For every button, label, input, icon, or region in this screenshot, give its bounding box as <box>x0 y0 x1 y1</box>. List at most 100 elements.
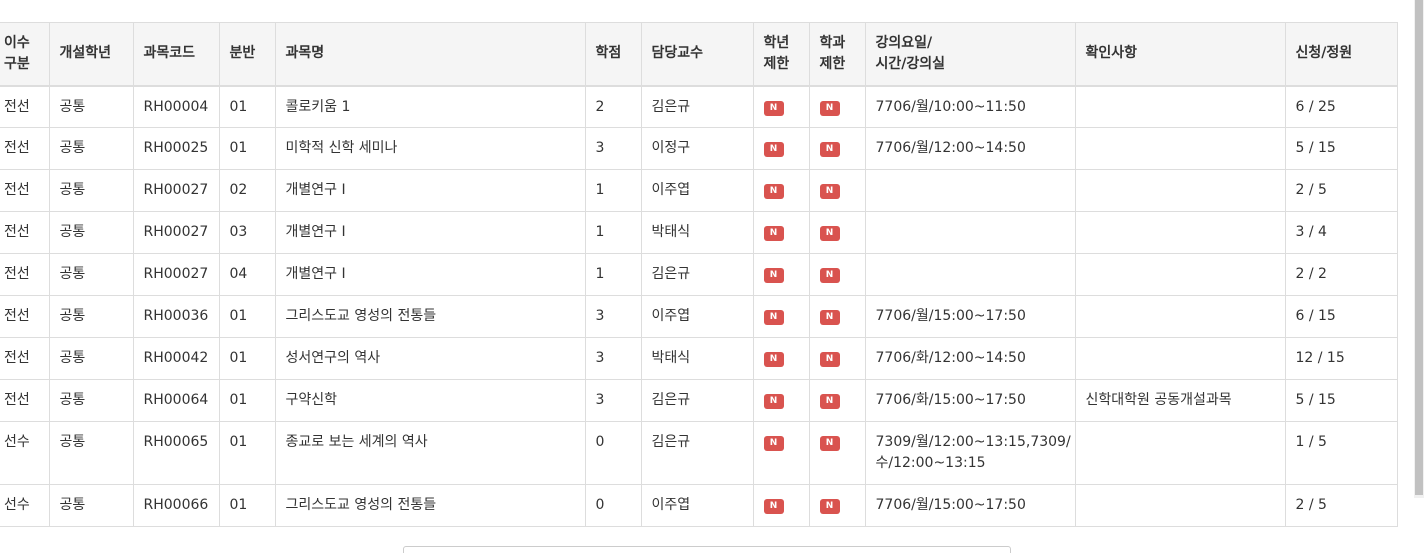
cell-dept-limit: N <box>808 211 866 254</box>
cell-schedule: 7706/화/15:00~17:50 <box>864 379 1076 422</box>
cell-dept-limit: N <box>808 421 866 485</box>
cell-year-limit: N <box>752 169 810 212</box>
dept-limit-badge: N <box>819 142 840 157</box>
header-grade-open[interactable]: 개설학년 <box>48 22 134 87</box>
cell-enroll: 2 / 2 <box>1284 253 1398 296</box>
cell-schedule: 7706/월/15:00~17:50 <box>864 295 1076 338</box>
table-row[interactable]: 전선 공통 RH00027 04 개별연구 I 1 김은규 N N 2 / 2 <box>0 253 1398 296</box>
cell-year-limit: N <box>752 337 810 380</box>
cell-professor: 박태식 <box>640 211 754 254</box>
cell-professor: 김은규 <box>640 85 754 128</box>
cell-course-name: 개별연구 I <box>274 211 586 254</box>
cell-course-code: RH00066 <box>132 484 220 527</box>
year-limit-badge: N <box>763 268 784 283</box>
cell-schedule <box>864 169 1076 212</box>
table-row[interactable]: 선수 공통 RH00066 01 그리스도교 영성의 전통들 0 이주엽 N N 7706/월/1… <box>0 484 1398 527</box>
cell-year-limit: N <box>752 253 810 296</box>
cell-category: 전선 <box>0 169 50 212</box>
header-professor[interactable]: 담당교수 <box>640 22 754 87</box>
table-row[interactable]: 전선 공통 RH00042 01 성서연구의 역사 3 박태식 N N 7706/화/12:00~… <box>0 337 1398 380</box>
header-course-name[interactable]: 과목명 <box>274 22 586 87</box>
cell-course-name: 그리스도교 영성의 전통들 <box>274 484 586 527</box>
header-section[interactable]: 분반 <box>218 22 276 87</box>
cell-note <box>1074 484 1286 527</box>
table-row[interactable]: 선수 공통 RH00065 01 종교로 보는 세계의 역사 0 김은규 N N 7309/월/1… <box>0 421 1398 485</box>
pagination-box[interactable] <box>403 546 1011 553</box>
cell-grade-open: 공통 <box>48 484 134 527</box>
cell-grade-open: 공통 <box>48 127 134 170</box>
cell-year-limit: N <box>752 127 810 170</box>
cell-section: 01 <box>218 85 276 128</box>
header-year-limit[interactable]: 학년 제한 <box>752 22 810 87</box>
cell-category: 전선 <box>0 379 50 422</box>
cell-enroll: 3 / 4 <box>1284 211 1398 254</box>
cell-professor: 박태식 <box>640 337 754 380</box>
cell-category: 전선 <box>0 127 50 170</box>
cell-course-name: 그리스도교 영성의 전통들 <box>274 295 586 338</box>
cell-course-code: RH00027 <box>132 253 220 296</box>
cell-note <box>1074 337 1286 380</box>
cell-credit: 3 <box>584 127 642 170</box>
year-limit-badge: N <box>763 100 784 116</box>
cell-course-name: 콜로키움 1 <box>274 85 586 128</box>
header-note[interactable]: 확인사항 <box>1074 22 1286 87</box>
cell-enroll: 2 / 5 <box>1284 169 1398 212</box>
cell-section: 03 <box>218 211 276 254</box>
dept-limit-badge: N <box>819 394 840 409</box>
table-row[interactable]: 전선 공통 RH00027 03 개별연구 I 1 박태식 N N 3 / 4 <box>0 211 1398 254</box>
table-row[interactable]: 전선 공통 RH00027 02 개별연구 I 1 이주엽 N N 2 / 5 <box>0 169 1398 212</box>
cell-credit: 1 <box>584 211 642 254</box>
course-table-container: 이수 구분 개설학년 과목코드 분반 과목명 학점 담당교수 학년 제한 학과 … <box>0 22 1398 527</box>
cell-credit: 1 <box>584 253 642 296</box>
scrollbar-thumb[interactable] <box>1415 0 1423 495</box>
header-enroll[interactable]: 신청/정원 <box>1284 22 1398 87</box>
cell-credit: 1 <box>584 169 642 212</box>
course-table: 이수 구분 개설학년 과목코드 분반 과목명 학점 담당교수 학년 제한 학과 … <box>0 22 1398 527</box>
cell-enroll: 12 / 15 <box>1284 337 1398 380</box>
year-limit-badge: N <box>763 184 784 199</box>
cell-dept-limit: N <box>808 253 866 296</box>
header-dept-limit[interactable]: 학과 제한 <box>808 22 866 87</box>
cell-year-limit: N <box>752 85 810 128</box>
cell-category: 전선 <box>0 253 50 296</box>
cell-credit: 0 <box>584 421 642 485</box>
cell-note <box>1074 253 1286 296</box>
cell-professor: 이주엽 <box>640 295 754 338</box>
cell-enroll: 6 / 15 <box>1284 295 1398 338</box>
cell-category: 전선 <box>0 295 50 338</box>
year-limit-badge: N <box>763 226 784 241</box>
cell-schedule <box>864 253 1076 296</box>
header-category[interactable]: 이수 구분 <box>0 22 50 87</box>
table-row[interactable]: 전선 공통 RH00004 01 콜로키움 1 2 김은규 N N 7706/월/10:00~11… <box>0 85 1398 128</box>
cell-note <box>1074 421 1286 485</box>
cell-schedule <box>864 211 1076 254</box>
header-course-code[interactable]: 과목코드 <box>132 22 220 87</box>
dept-limit-badge: N <box>819 499 840 514</box>
cell-dept-limit: N <box>808 169 866 212</box>
dept-limit-badge: N <box>819 184 840 199</box>
cell-course-code: RH00027 <box>132 211 220 254</box>
year-limit-badge: N <box>763 142 784 157</box>
table-row[interactable]: 전선 공통 RH00036 01 그리스도교 영성의 전통들 3 이주엽 N N 7706/월/1… <box>0 295 1398 338</box>
table-header-row: 이수 구분 개설학년 과목코드 분반 과목명 학점 담당교수 학년 제한 학과 … <box>0 22 1398 87</box>
course-table-body: 전선 공통 RH00004 01 콜로키움 1 2 김은규 N N 7706/월/10:00~11… <box>0 85 1398 527</box>
dept-limit-badge: N <box>819 226 840 241</box>
cell-section: 01 <box>218 337 276 380</box>
cell-year-limit: N <box>752 484 810 527</box>
year-limit-badge: N <box>763 499 784 514</box>
vertical-scrollbar[interactable] <box>1414 0 1424 498</box>
table-row[interactable]: 전선 공통 RH00025 01 미학적 신학 세미나 3 이정구 N N 7706/월/12:0… <box>0 127 1398 170</box>
cell-course-code: RH00036 <box>132 295 220 338</box>
cell-grade-open: 공통 <box>48 211 134 254</box>
header-credit[interactable]: 학점 <box>584 22 642 87</box>
cell-section: 02 <box>218 169 276 212</box>
header-schedule[interactable]: 강의요일/ 시간/강의실 <box>864 22 1076 87</box>
cell-section: 01 <box>218 484 276 527</box>
cell-year-limit: N <box>752 379 810 422</box>
cell-professor: 김은규 <box>640 379 754 422</box>
table-row[interactable]: 전선 공통 RH00064 01 구약신학 3 김은규 N N 7706/화/15:00~17:5… <box>0 379 1398 422</box>
cell-dept-limit: N <box>808 484 866 527</box>
cell-dept-limit: N <box>808 85 866 128</box>
cell-grade-open: 공통 <box>48 295 134 338</box>
cell-grade-open: 공통 <box>48 169 134 212</box>
